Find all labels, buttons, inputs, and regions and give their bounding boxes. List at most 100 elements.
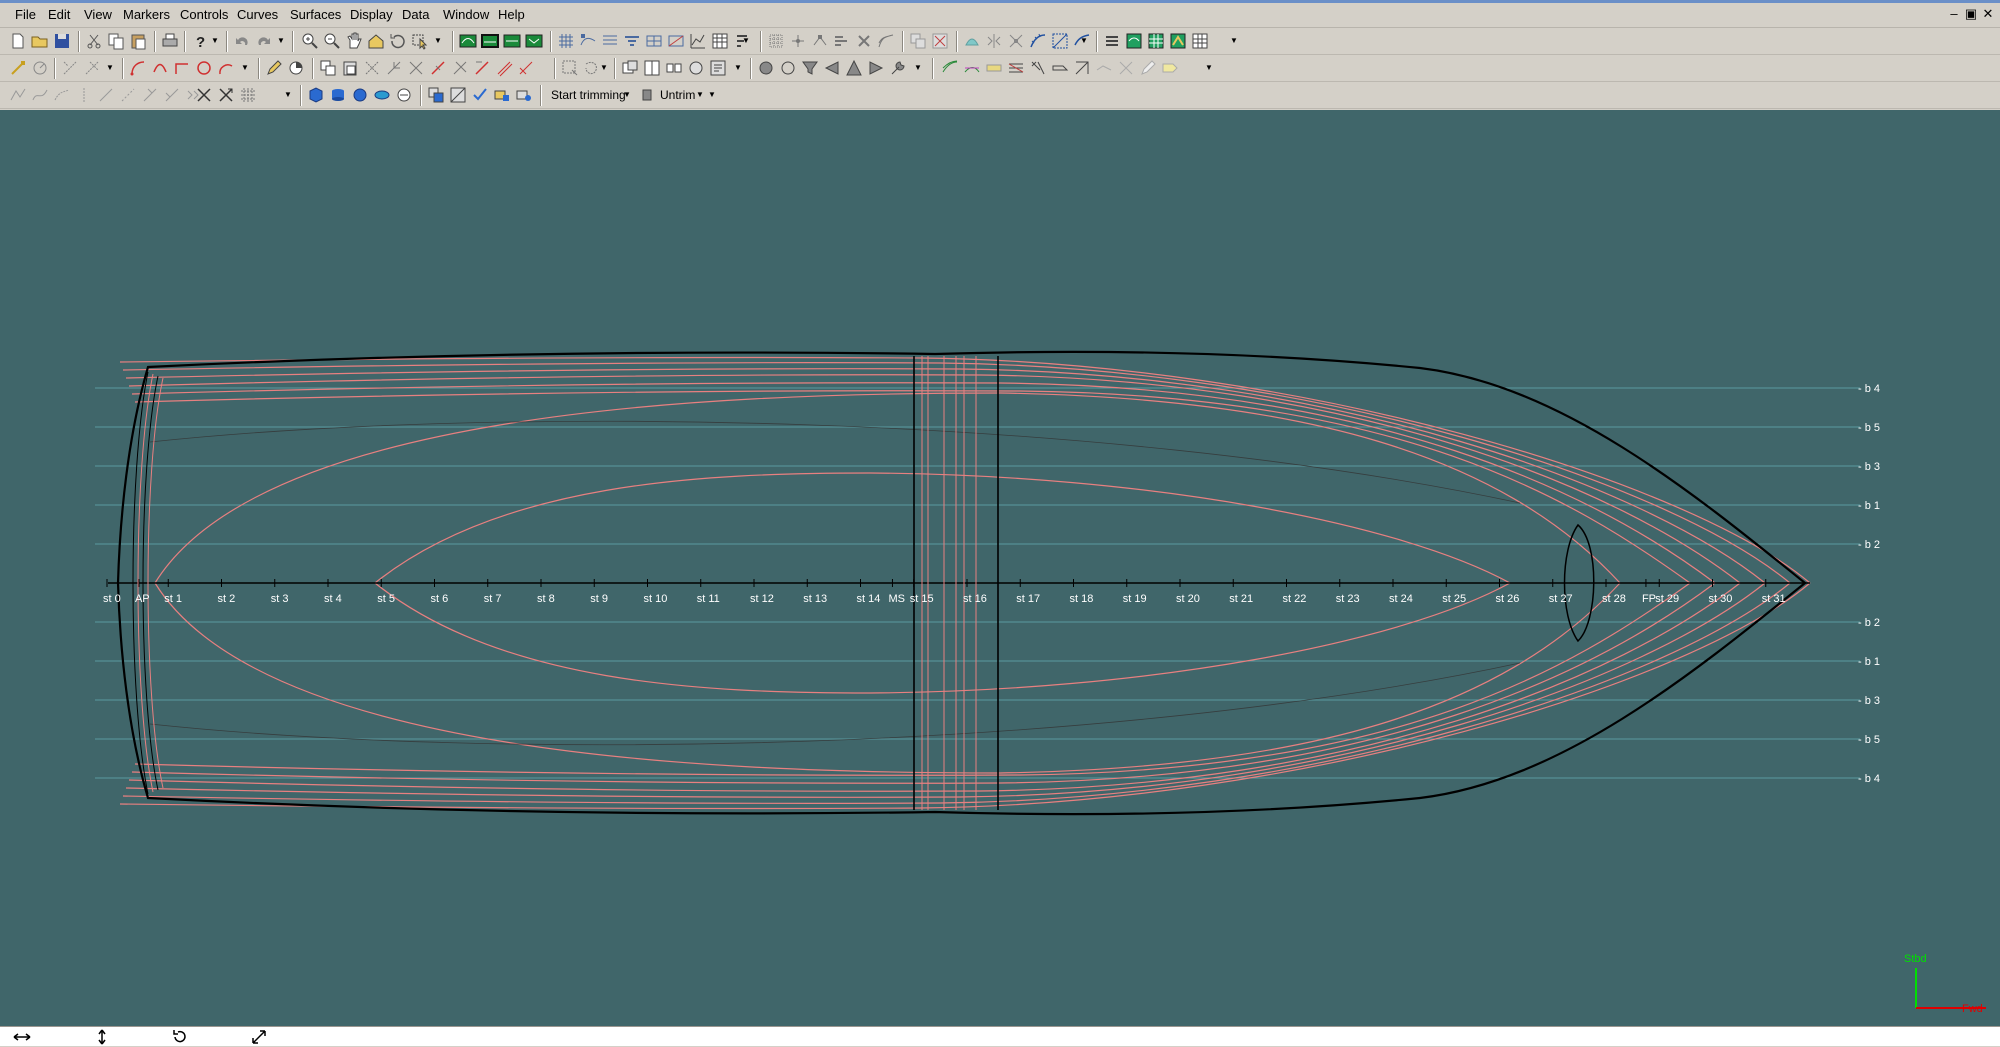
pan-hand-icon[interactable] [344,31,364,51]
help-icon[interactable]: ? [190,31,210,51]
select-dropdown-arrow-icon[interactable]: ▼ [434,34,442,48]
chine-icon[interactable] [1094,58,1114,78]
curve-tool-3-icon[interactable] [172,58,192,78]
trim-surface-1-icon[interactable] [426,85,446,105]
menu-surfaces[interactable]: Surfaces [290,7,341,22]
add-point-icon[interactable] [788,31,808,51]
trim-settings-icon[interactable] [514,85,534,105]
plate-outline-icon[interactable] [1050,58,1070,78]
select-lasso-icon[interactable] [582,58,602,78]
print-icon[interactable] [160,31,180,51]
curvature-plot-icon[interactable] [688,31,708,51]
restore-button[interactable]: ▣ [1963,6,1979,24]
menu-edit[interactable]: Edit [48,7,70,22]
flat-panel-icon[interactable] [984,58,1004,78]
shading-icon[interactable] [962,31,982,51]
spline-light-icon[interactable] [30,85,50,105]
show-waterlines-icon[interactable] [622,31,642,51]
pie-icon[interactable] [286,58,306,78]
redo-icon[interactable] [254,31,274,51]
trim-check-icon[interactable] [470,85,490,105]
extend-curve-icon[interactable] [472,58,492,78]
lines-plan-icon[interactable] [940,58,960,78]
start-trimming-button[interactable]: Start trimming [551,86,626,105]
curvature-comb-icon[interactable] [1028,31,1048,51]
project-point-icon[interactable] [384,58,404,78]
triangle-surface-icon[interactable] [844,58,864,78]
surface-split-icon[interactable] [642,58,662,78]
scale-points-icon[interactable] [82,58,102,78]
plan-view-viewport[interactable]: st 0 AP st 1 st 2 st 3 st 4 st 5 st 6 st 7 st 8 st… [0,110,2000,1026]
surface-disc-icon[interactable] [372,85,392,105]
trim-tag-icon[interactable] [492,85,512,105]
knot-remove-icon[interactable] [162,85,182,105]
sheer-icon[interactable] [1116,58,1136,78]
surface-sphere-icon[interactable] [350,85,370,105]
move-point-icon[interactable] [60,58,80,78]
hydrostatics-icon[interactable] [1124,31,1144,51]
surface-loft-icon[interactable] [394,85,414,105]
pointer-arrows-icon[interactable] [1028,58,1048,78]
arrow-left-surface-icon[interactable] [822,58,842,78]
table-view-icon[interactable] [1190,31,1210,51]
layers-icon[interactable] [1102,31,1122,51]
move-dropdown-arrow-icon[interactable]: ▼ [106,61,114,75]
rotate-icon[interactable] [166,1027,194,1047]
horizontal-pan-icon[interactable] [8,1027,36,1047]
menu-controls[interactable]: Controls [180,7,228,22]
curve-tool-2-icon[interactable] [150,58,170,78]
menu-file[interactable]: File [15,7,36,22]
menu-data[interactable]: Data [402,7,429,22]
spline-dots-icon[interactable] [52,85,72,105]
trim-surface-2-icon[interactable] [448,85,468,105]
redo-dropdown-arrow-icon[interactable]: ▼ [277,34,285,48]
fair-curve-icon[interactable] [876,31,896,51]
surface-join-icon[interactable] [664,58,684,78]
minimize-button[interactable]: – [1946,6,1962,24]
paste-icon[interactable] [128,31,148,51]
table-dropdown-arrow-icon[interactable]: ▼ [1230,34,1238,48]
start-trimming-dropdown-arrow-icon[interactable]: ▼ [623,88,631,102]
show-buttocks-icon[interactable] [644,31,664,51]
surface-box-icon[interactable] [306,85,326,105]
curve-dropdown-arrow-icon[interactable]: ▼ [241,61,249,75]
surface-properties-icon[interactable] [708,58,728,78]
diagonal-line-icon[interactable] [96,85,116,105]
untrim-dropdown-arrow-icon[interactable]: ▼ [696,88,704,102]
pencil-light-icon[interactable] [1138,58,1158,78]
lines-plan-drawing[interactable]: st 0 AP st 1 st 2 st 3 st 4 st 5 st 6 st 7 st 8 st… [0,110,2000,1026]
surface-mirror-icon[interactable] [686,58,706,78]
mirror-icon[interactable] [984,31,1004,51]
menu-markers[interactable]: Markers [123,7,170,22]
surface-dropdown-arrow-icon[interactable]: ▼ [734,61,742,75]
split-curve-icon[interactable] [428,58,448,78]
intersect-curves-icon[interactable] [406,58,426,78]
copy-icon[interactable] [106,31,126,51]
pencil-icon[interactable] [264,58,284,78]
untrim-button[interactable]: Untrim [660,86,695,105]
menu-display[interactable]: Display [350,7,393,22]
surface-new-icon[interactable] [620,58,640,78]
trim-curve-icon[interactable] [516,58,536,78]
toolbar-overflow-arrow-icon[interactable]: ▼ [708,88,716,102]
help-dropdown-arrow-icon[interactable]: ▼ [211,34,219,48]
edit-points-icon[interactable] [8,58,28,78]
lattice-icon[interactable] [238,85,258,105]
menu-view[interactable]: View [84,7,112,22]
view-profile-icon[interactable] [480,31,500,51]
sort-dropdown-arrow-icon[interactable]: ▼ [742,34,750,48]
delete-markers-icon[interactable] [930,31,950,51]
grid-toggle-icon[interactable] [1146,31,1166,51]
measure-icon[interactable] [30,58,50,78]
plane-intersection-icon[interactable] [1050,31,1070,51]
save-icon[interactable] [52,31,72,51]
cross-curves-icon[interactable] [194,85,214,105]
polyline-icon[interactable] [8,85,28,105]
tag-dropdown-arrow-icon[interactable]: ▼ [1205,61,1213,75]
knot-icon[interactable] [140,85,160,105]
zoom-out-icon[interactable] [322,31,342,51]
edge-curve-icon[interactable] [1072,58,1092,78]
curve-tool-1-icon[interactable] [128,58,148,78]
untrim-icon[interactable] [637,85,657,105]
select-mode-dropdown-arrow-icon[interactable]: ▼ [600,61,608,75]
